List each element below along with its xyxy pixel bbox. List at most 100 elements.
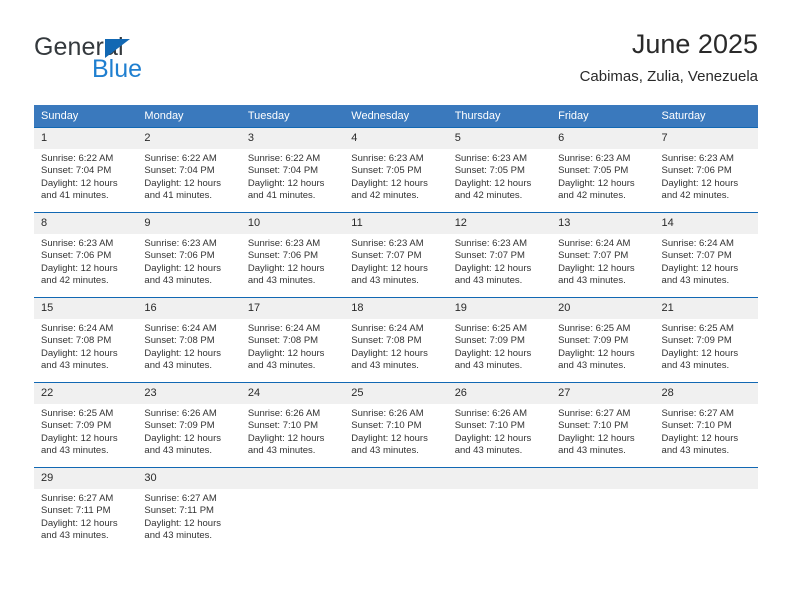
sunrise-text: Sunrise: 6:26 AM — [247, 408, 321, 419]
day-details: Sunrise: 6:24 AM Sunset: 7:08 PM Daylight:… — [34, 319, 137, 373]
calendar-day-cell[interactable]: 5 Sunrise: 6:23 AM Sunset: 7:05 PM Daylight… — [447, 127, 552, 213]
calendar-day-cell[interactable]: 28 Sunrise: 6:27 AM Sunset: 7:10 PM Dayligh… — [654, 382, 758, 468]
sunrise-text: Sunrise: 6:24 AM — [351, 323, 424, 334]
calendar-day-cell[interactable]: 30 Sunrise: 6:27 AM Sunset: 7:11 PM Dayligh… — [137, 467, 241, 552]
daylight-text-line1: Daylight: 12 hours — [41, 262, 118, 274]
sunset-text: Sunset: 7:11 PM — [144, 505, 214, 517]
sunset-text: Sunset: 7:06 PM — [41, 250, 112, 262]
calendar-day-cell[interactable]: 18 Sunrise: 6:24 AM Sunset: 7:08 PM Dayligh… — [344, 297, 448, 383]
sunrise-text: Sunrise: 6:23 AM — [144, 238, 217, 249]
daylight-text-line1: Daylight: 12 hours — [558, 177, 635, 189]
calendar-day-cell[interactable]: 1 Sunrise: 6:22 AM Sunset: 7:04 PM Daylight… — [34, 127, 138, 213]
calendar-empty-cell — [240, 467, 345, 552]
calendar-day-cell[interactable]: 27 Sunrise: 6:27 AM Sunset: 7:10 PM Dayligh… — [551, 382, 655, 468]
calendar-day-cell[interactable]: 6 Sunrise: 6:23 AM Sunset: 7:05 PM Daylight… — [551, 127, 655, 213]
daylight-text-line1: Daylight: 12 hours — [41, 347, 118, 359]
calendar-day-cell[interactable]: 14 Sunrise: 6:24 AM Sunset: 7:07 PM Dayligh… — [654, 212, 758, 298]
calendar-day-cell[interactable]: 16 Sunrise: 6:24 AM Sunset: 7:08 PM Dayligh… — [137, 297, 241, 383]
calendar-day-cell[interactable]: 9 Sunrise: 6:23 AM Sunset: 7:06 PM Daylight… — [137, 212, 241, 298]
day-cell-inner: 4 Sunrise: 6:23 AM Sunset: 7:05 PM Daylight… — [344, 128, 448, 212]
calendar-day-cell[interactable]: 2 Sunrise: 6:22 AM Sunset: 7:04 PM Daylight… — [137, 127, 241, 213]
calendar-day-cell[interactable]: 4 Sunrise: 6:23 AM Sunset: 7:05 PM Daylight… — [344, 127, 448, 213]
day-number: 24 — [240, 383, 345, 404]
daylight-text-line1: Daylight: 12 hours — [144, 347, 221, 359]
sunset-text: Sunset: 7:04 PM — [41, 165, 112, 177]
weekday-header-saturday: Saturday — [654, 105, 758, 128]
sunrise-text: Sunrise: 6:24 AM — [247, 323, 321, 334]
calendar-day-cell[interactable]: 26 Sunrise: 6:26 AM Sunset: 7:10 PM Dayligh… — [447, 382, 552, 468]
day-number: 25 — [344, 383, 448, 404]
daylight-text-line2: and 43 minutes. — [454, 360, 523, 372]
calendar-day-cell[interactable]: 20 Sunrise: 6:25 AM Sunset: 7:09 PM Dayligh… — [551, 297, 655, 383]
sunrise-text: Sunrise: 6:26 AM — [144, 408, 217, 419]
calendar-day-cell[interactable]: 22 Sunrise: 6:25 AM Sunset: 7:09 PM Dayligh… — [34, 382, 138, 468]
calendar-day-cell[interactable]: 3 Sunrise: 6:22 AM Sunset: 7:04 PM Daylight… — [240, 127, 345, 213]
daylight-text-line2: and 42 minutes. — [41, 275, 109, 287]
daylight-text-line1: Daylight: 12 hours — [144, 177, 221, 189]
sunrise-text: Sunrise: 6:23 AM — [558, 153, 631, 164]
day-details: Sunrise: 6:27 AM Sunset: 7:10 PM Daylight:… — [551, 404, 654, 458]
daylight-text-line2: and 43 minutes. — [661, 445, 730, 457]
calendar-day-cell[interactable]: 10 Sunrise: 6:23 AM Sunset: 7:06 PM Dayligh… — [240, 212, 345, 298]
sunrise-text: Sunrise: 6:26 AM — [351, 408, 424, 419]
sunset-text: Sunset: 7:11 PM — [41, 505, 111, 517]
sunrise-text: Sunrise: 6:24 AM — [558, 238, 631, 249]
calendar-day-cell[interactable]: 23 Sunrise: 6:26 AM Sunset: 7:09 PM Dayligh… — [137, 382, 241, 468]
sunset-text: Sunset: 7:07 PM — [351, 250, 422, 262]
calendar-day-cell[interactable]: 19 Sunrise: 6:25 AM Sunset: 7:09 PM Dayligh… — [447, 297, 552, 383]
brand-logo[interactable]: General Blue — [34, 33, 234, 91]
daylight-text-line1: Daylight: 12 hours — [558, 262, 635, 274]
sunrise-text: Sunrise: 6:23 AM — [454, 153, 528, 164]
day-cell-inner: 22 Sunrise: 6:25 AM Sunset: 7:09 PM Dayligh… — [34, 383, 138, 467]
daylight-text-line1: Daylight: 12 hours — [41, 517, 118, 529]
day-cell-inner: 19 Sunrise: 6:25 AM Sunset: 7:09 PM Dayligh… — [447, 298, 552, 382]
day-number — [654, 468, 758, 489]
sunset-text: Sunset: 7:10 PM — [661, 420, 732, 432]
calendar-day-cell[interactable]: 7 Sunrise: 6:23 AM Sunset: 7:06 PM Daylight… — [654, 127, 758, 213]
sunset-text: Sunset: 7:07 PM — [661, 250, 732, 262]
page-subtitle: Cabimas, Zulia, Venezuela — [579, 68, 758, 85]
day-details: Sunrise: 6:23 AM Sunset: 7:05 PM Daylight:… — [551, 149, 654, 203]
calendar-page: General Blue June 2025 Cabimas, Zulia, V… — [0, 0, 792, 612]
day-cell-inner — [654, 468, 758, 552]
calendar-day-cell[interactable]: 24 Sunrise: 6:26 AM Sunset: 7:10 PM Dayligh… — [240, 382, 345, 468]
day-details: Sunrise: 6:25 AM Sunset: 7:09 PM Daylight:… — [448, 319, 551, 373]
calendar-day-cell[interactable]: 11 Sunrise: 6:23 AM Sunset: 7:07 PM Dayligh… — [344, 212, 448, 298]
weekday-header-wednesday: Wednesday — [344, 105, 448, 128]
calendar-week-row: 8 Sunrise: 6:23 AM Sunset: 7:06 PM Daylight… — [34, 212, 758, 298]
day-cell-inner — [447, 468, 552, 552]
sunset-text: Sunset: 7:10 PM — [558, 420, 629, 432]
day-cell-inner: 23 Sunrise: 6:26 AM Sunset: 7:09 PM Dayligh… — [137, 383, 241, 467]
day-cell-inner: 24 Sunrise: 6:26 AM Sunset: 7:10 PM Dayligh… — [240, 383, 345, 467]
daylight-text-line2: and 41 minutes. — [41, 190, 109, 202]
daylight-text-line2: and 43 minutes. — [247, 360, 316, 372]
daylight-text-line2: and 41 minutes. — [247, 190, 316, 202]
day-cell-inner: 6 Sunrise: 6:23 AM Sunset: 7:05 PM Daylight… — [551, 128, 655, 212]
daylight-text-line2: and 43 minutes. — [351, 445, 419, 457]
day-details: Sunrise: 6:27 AM Sunset: 7:11 PM Daylight:… — [34, 489, 137, 543]
day-details: Sunrise: 6:23 AM Sunset: 7:06 PM Daylight:… — [34, 234, 137, 288]
daylight-text-line1: Daylight: 12 hours — [41, 432, 118, 444]
weekday-header-thursday: Thursday — [447, 105, 552, 128]
calendar-day-cell[interactable]: 25 Sunrise: 6:26 AM Sunset: 7:10 PM Dayligh… — [344, 382, 448, 468]
day-cell-inner: 17 Sunrise: 6:24 AM Sunset: 7:08 PM Dayligh… — [240, 298, 345, 382]
daylight-text-line1: Daylight: 12 hours — [661, 262, 739, 274]
day-number: 5 — [447, 128, 552, 149]
calendar-day-cell[interactable]: 21 Sunrise: 6:25 AM Sunset: 7:09 PM Dayligh… — [654, 297, 758, 383]
daylight-text-line1: Daylight: 12 hours — [144, 517, 221, 529]
day-number: 6 — [551, 128, 655, 149]
daylight-text-line2: and 43 minutes. — [41, 445, 109, 457]
daylight-text-line1: Daylight: 12 hours — [454, 262, 532, 274]
calendar-day-cell[interactable]: 8 Sunrise: 6:23 AM Sunset: 7:06 PM Daylight… — [34, 212, 138, 298]
calendar-day-cell[interactable]: 17 Sunrise: 6:24 AM Sunset: 7:08 PM Dayligh… — [240, 297, 345, 383]
calendar-day-cell[interactable]: 29 Sunrise: 6:27 AM Sunset: 7:11 PM Dayligh… — [34, 467, 138, 552]
day-cell-inner: 18 Sunrise: 6:24 AM Sunset: 7:08 PM Dayligh… — [344, 298, 448, 382]
calendar-day-cell[interactable]: 13 Sunrise: 6:24 AM Sunset: 7:07 PM Dayligh… — [551, 212, 655, 298]
calendar-empty-cell — [447, 467, 552, 552]
day-number: 1 — [34, 128, 138, 149]
calendar-day-cell[interactable]: 15 Sunrise: 6:24 AM Sunset: 7:08 PM Dayligh… — [34, 297, 138, 383]
sunset-text: Sunset: 7:08 PM — [351, 335, 422, 347]
calendar-day-cell[interactable]: 12 Sunrise: 6:23 AM Sunset: 7:07 PM Dayligh… — [447, 212, 552, 298]
day-cell-inner: 2 Sunrise: 6:22 AM Sunset: 7:04 PM Daylight… — [137, 128, 241, 212]
daylight-text-line1: Daylight: 12 hours — [454, 432, 532, 444]
